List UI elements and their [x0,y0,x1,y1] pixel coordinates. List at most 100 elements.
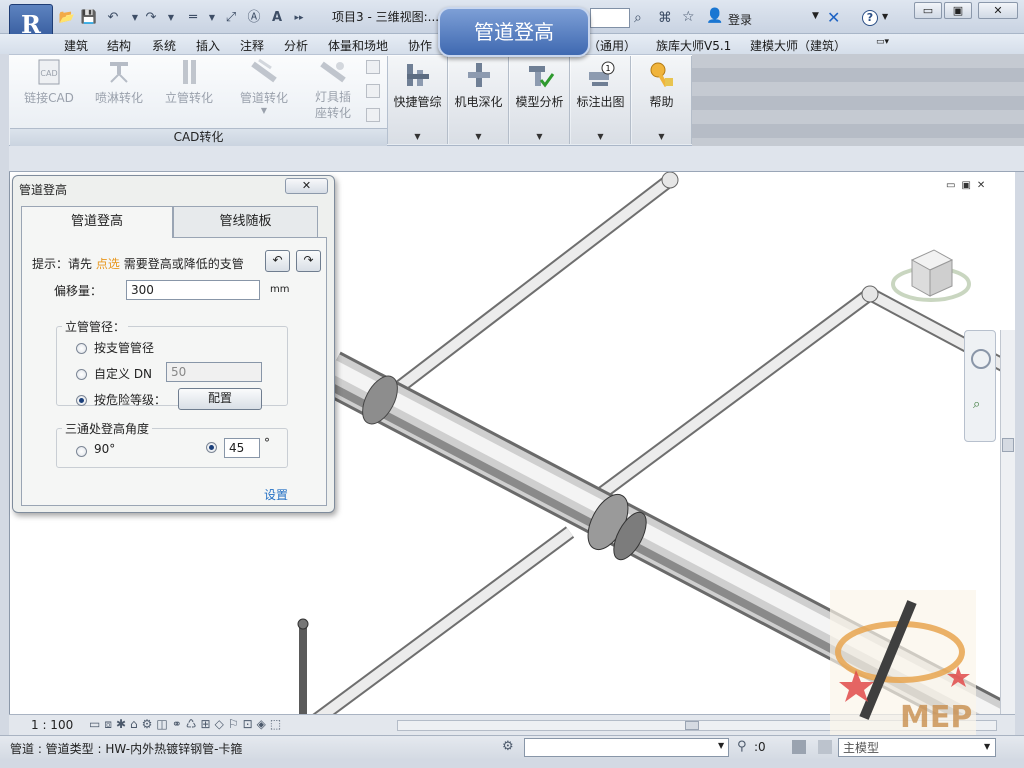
measure-icon[interactable]: ═ [184,9,202,27]
help-dropdown-icon[interactable]: ▼ [882,12,888,21]
tag-icon[interactable]: Ⓐ [245,9,263,27]
svg-text:MEP: MEP [900,700,972,735]
mep-deepen-dropdown-icon[interactable]: ▼ [449,132,508,141]
h-scroll-thumb[interactable] [685,721,699,730]
scroll-thumb[interactable] [1002,438,1014,452]
open-icon[interactable]: 📂 [58,9,76,27]
model-analysis-button[interactable]: 模型分析 ▼ [510,56,570,144]
ribbon-toggle-icon[interactable]: ▭▾ [876,37,889,47]
tab-pipe-raise[interactable]: 管道登高 [21,206,173,238]
angle-input[interactable]: 45 [224,438,260,458]
redo-icon[interactable]: ↷ [142,9,160,27]
offset-input[interactable]: 300 [126,280,260,300]
measure-dropdown-icon[interactable]: ▼ [203,9,221,27]
mep-deepen-button[interactable]: 机电深化 ▼ [449,56,509,144]
help-tool-dropdown-icon[interactable]: ▼ [632,132,691,141]
vertical-scrollbar[interactable] [1000,330,1015,714]
small-tool-3-icon[interactable] [366,108,380,122]
undo-icon[interactable]: ↶ [104,9,122,27]
dimension-icon[interactable]: ⤢ [222,9,240,27]
menu-general[interactable]: （通用） [588,37,636,54]
workset-icon[interactable]: ⚙ [502,739,514,754]
more-icon[interactable]: ▸▸ [290,9,308,27]
menu-systems[interactable]: 系统 [152,37,176,54]
menu-structure[interactable]: 结构 [107,37,131,54]
tab-pipe-follow-slab[interactable]: 管线随板 [173,206,318,237]
riser-convert-button[interactable]: 立管转化 [162,58,216,106]
design-option-dropdown-icon[interactable]: ▼ [984,742,990,751]
restore-button[interactable]: ▣ [944,2,972,19]
subscription-icon[interactable]: ⌘ [658,10,672,26]
offset-label: 偏移量： [54,284,103,298]
hint-prefix: 提示：请先 [32,257,93,271]
redo-dropdown-icon[interactable]: ▼ [162,9,180,27]
minimize-button[interactable]: ▭ [914,2,942,19]
radio-custom-dn-label[interactable]: 自定义 DN [94,365,152,382]
scale-label[interactable]: 1 : 100 [31,718,73,732]
quick-pipe-button[interactable]: 快捷管综 ▼ [388,56,448,144]
vertical-riser[interactable] [297,618,309,714]
lamp-socket-convert-button[interactable]: 灯具插 座转化 [306,58,360,121]
radio-hazard-level-label[interactable]: 按危险等级： [94,391,166,408]
pipe-convert-button[interactable]: 管道转化 ▼ [234,58,294,115]
menu-massing[interactable]: 体量和场地 [328,37,388,54]
filter-icon[interactable]: ⚲ [737,739,747,754]
link-cad-button[interactable]: CAD 链接CAD [22,58,76,106]
radio-angle-90[interactable] [76,446,87,457]
help-button[interactable]: ? [862,10,878,26]
menu-architecture[interactable]: 建筑 [64,37,88,54]
login-button[interactable]: 登录 [728,11,752,28]
login-dropdown-icon[interactable]: ▼ [812,11,819,21]
help-tool-button[interactable]: 帮助 ▼ [632,56,692,144]
viewport-window-controls[interactable]: ▭▣✕ [946,180,991,191]
small-tool-2-icon[interactable] [366,84,380,98]
close-window-button[interactable]: ✕ [978,2,1018,19]
radio-angle-custom[interactable] [206,442,217,453]
menu-collaborate[interactable]: 协作 [408,37,432,54]
branch-pipe-right[interactable] [585,287,1015,508]
settings-link[interactable]: 设置 [264,486,288,503]
menu-annotate[interactable]: 注释 [240,37,264,54]
workset-dropdown-icon[interactable]: ▼ [718,741,724,750]
undo-pick-button[interactable]: ↶ [265,250,290,272]
view-cube[interactable] [890,240,972,306]
sprinkler-convert-button[interactable]: 喷淋转化 [92,58,146,106]
config-button[interactable]: 配置 [178,388,262,410]
dialog-close-button[interactable]: ✕ [285,178,328,194]
menu-modeling-master[interactable]: 建模大师（建筑） [750,37,846,54]
zoom-region-icon[interactable]: ⌕ [973,397,980,412]
radio-branch-diameter-label[interactable]: 按支管管径 [94,339,154,356]
model-analysis-dropdown-icon[interactable]: ▼ [510,132,569,141]
user-icon[interactable]: 👤 [706,8,723,24]
view-control-icons[interactable]: ▭⧈✱⌂⚙◫⚭♺⊞◇⚐⊡◈⬚ [89,717,285,732]
annotate-button[interactable]: 1 标注出图 ▼ [571,56,631,144]
options-bar [9,146,1024,172]
text-icon[interactable]: A [268,9,286,27]
radio-angle-90-label[interactable]: 90° [94,442,115,456]
design-option-icon[interactable] [818,740,832,754]
binoculars-icon[interactable]: ⌕ [634,10,642,26]
navigation-bar[interactable]: ⌕ [964,330,996,442]
save-icon[interactable]: 💾 [80,9,98,27]
custom-dn-input[interactable]: 50 [166,362,262,382]
mep-deepen-label: 机电深化 [454,95,503,109]
steering-wheel-icon[interactable] [971,349,991,369]
radio-hazard-level[interactable] [76,395,87,406]
radio-branch-diameter[interactable] [76,343,87,354]
redo-pick-button[interactable]: ↷ [296,250,321,272]
branch-pipe-upper[interactable] [373,173,677,409]
menu-family-master[interactable]: 族库大师V5.1 [656,37,731,54]
design-option-select[interactable]: 主模型 [838,738,996,757]
workset-select[interactable] [524,738,729,757]
menu-analyze[interactable]: 分析 [284,37,308,54]
editing-request-icon[interactable] [792,740,806,754]
radio-custom-dn[interactable] [76,369,87,380]
small-tool-1-icon[interactable] [366,60,380,74]
star-icon[interactable]: ☆ [682,9,695,25]
exchange-icon[interactable]: ✕ [827,8,840,27]
branch-pipe-lower[interactable] [300,526,575,714]
annotate-dropdown-icon[interactable]: ▼ [571,132,630,141]
quick-pipe-dropdown-icon[interactable]: ▼ [388,132,447,141]
search-input[interactable] [590,8,630,28]
menu-insert[interactable]: 插入 [196,37,220,54]
